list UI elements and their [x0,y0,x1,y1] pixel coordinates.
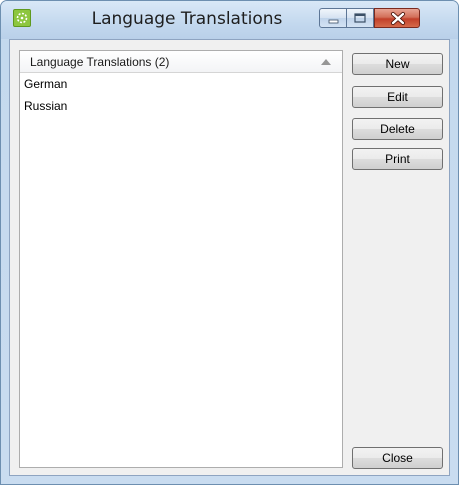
window-title: Language Translations [91,9,283,29]
minimize-button[interactable] [319,8,347,28]
translations-list[interactable]: Language Translations (2) German Russian [19,50,343,468]
edit-button[interactable]: Edit [352,86,443,108]
title-bar[interactable]: Language Translations [1,1,458,39]
new-button[interactable]: New [352,53,443,75]
list-item-german[interactable]: German [24,77,67,91]
minimize-icon [328,19,339,24]
close-button[interactable]: Close [352,447,443,469]
dialog-window: Language Translations Language Translati… [0,0,459,485]
dialog-body: Language Translations (2) German Russian… [9,39,450,476]
list-column-header[interactable]: Language Translations (2) [20,51,342,73]
print-button[interactable]: Print [352,148,443,170]
close-window-button[interactable] [374,8,420,28]
column-header-label: Language Translations (2) [30,55,170,69]
maximize-button[interactable] [347,8,374,28]
sort-ascending-icon [321,59,331,65]
delete-button[interactable]: Delete [352,118,443,140]
list-item-russian[interactable]: Russian [24,99,67,113]
app-icon[interactable] [13,9,31,27]
